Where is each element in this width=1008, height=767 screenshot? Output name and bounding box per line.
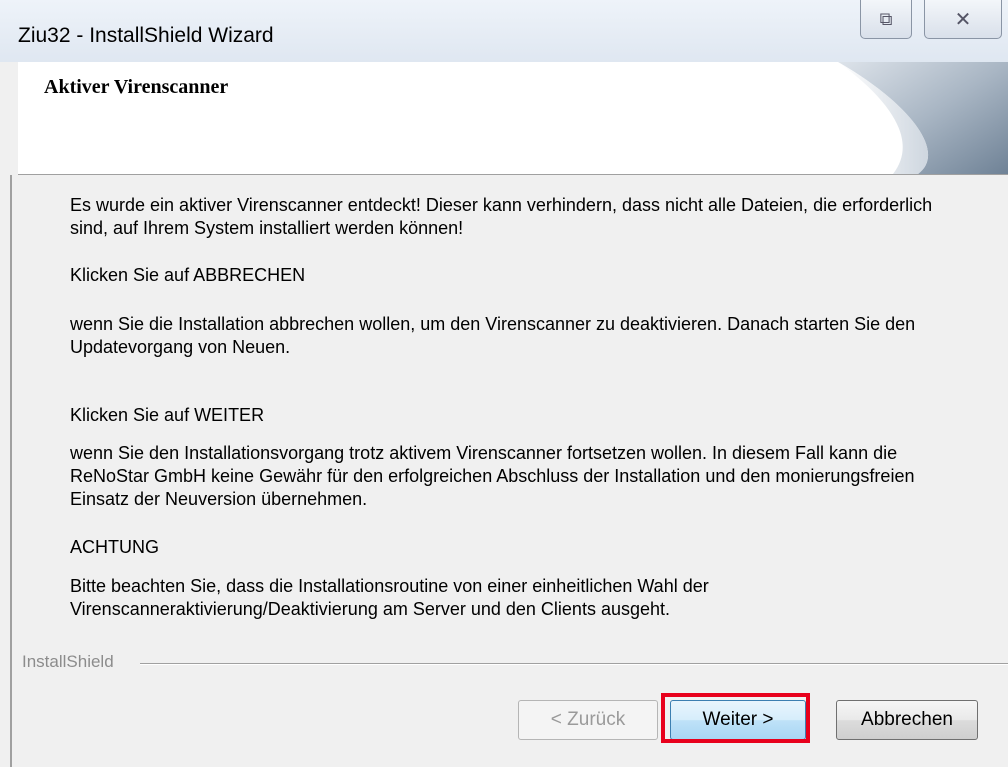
- warning-paragraph: Es wurde ein aktiver Virenscanner entdec…: [70, 195, 933, 238]
- cancel-explanation: wenn Sie die Installation abbrechen woll…: [70, 314, 916, 357]
- attention-text: Bitte beachten Sie, dass die Installatio…: [70, 576, 709, 619]
- separator-line: [140, 663, 1008, 665]
- cancel-heading-block: Klicken Sie auf ABBRECHEN: [70, 264, 970, 287]
- attention-text-block: Bitte beachten Sie, dass die Installatio…: [70, 575, 970, 621]
- restore-button[interactable]: ⧉: [860, 0, 912, 39]
- attention-heading-block: ACHTUNG: [70, 536, 970, 559]
- next-explanation: wenn Sie den Installationsvorgang trotz …: [70, 443, 915, 509]
- intro-text: Es wurde ein aktiver Virenscanner entdec…: [70, 194, 970, 240]
- wizard-header: Aktiver Virenscanner: [18, 62, 1008, 175]
- close-icon: ✕: [954, 7, 972, 31]
- installshield-label: InstallShield: [22, 652, 120, 672]
- attention-heading: ACHTUNG: [70, 537, 159, 557]
- close-button[interactable]: ✕: [924, 0, 1002, 39]
- page-title: Aktiver Virenscanner: [44, 76, 229, 98]
- window-title: Ziu32 - InstallShield Wizard: [18, 24, 274, 47]
- cancel-button[interactable]: Abbrechen: [836, 700, 978, 740]
- next-text-block: wenn Sie den Installationsvorgang trotz …: [70, 442, 970, 511]
- cancel-heading: Klicken Sie auf ABBRECHEN: [70, 265, 306, 285]
- restore-icon: ⧉: [879, 8, 893, 30]
- back-button[interactable]: < Zurück: [518, 700, 658, 740]
- next-heading: Klicken Sie auf WEITER: [70, 405, 265, 425]
- highlight-box: [661, 693, 810, 743]
- page-curl-icon: [838, 62, 1008, 174]
- next-heading-block: Klicken Sie auf WEITER: [70, 404, 970, 427]
- cancel-text-block: wenn Sie die Installation abbrechen woll…: [70, 313, 970, 359]
- title-bar[interactable]: Ziu32 - InstallShield Wizard ⧉ ✕: [0, 0, 1008, 62]
